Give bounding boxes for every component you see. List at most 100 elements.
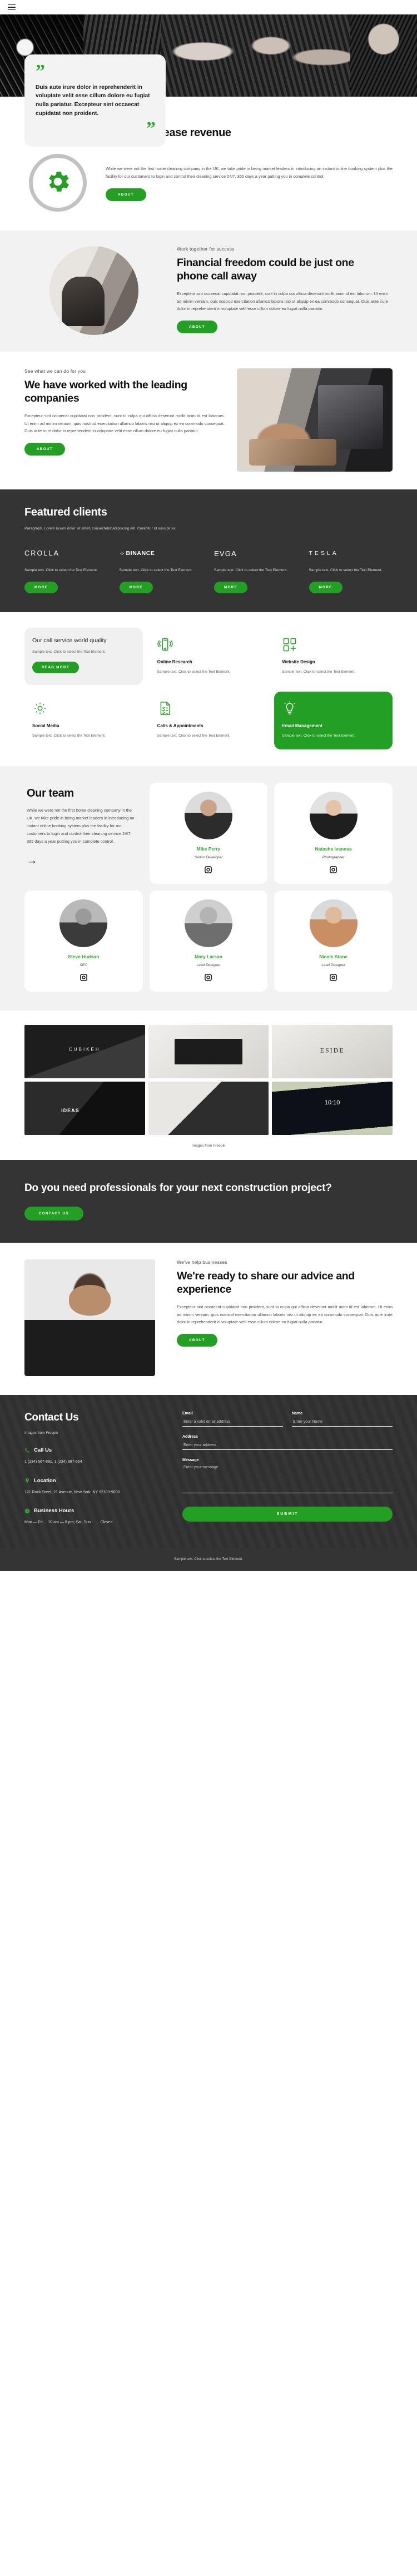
service-card-website-design: Website Design Sample text. Click to sel…: [274, 627, 393, 686]
financial-paragraph: Excepteur sint occaecat cupidatat non pr…: [177, 291, 388, 312]
gallery-image-6: [272, 1081, 393, 1135]
contact-call-value: 1 (234) 567-891, 1 (234) 987-654: [24, 1460, 82, 1464]
team-member-name: Mary Larson: [195, 953, 222, 959]
advice-title: We're ready to share our advice and expe…: [177, 1270, 355, 1296]
arrow-right-icon[interactable]: →: [27, 856, 137, 866]
email-label: Email: [182, 1412, 193, 1416]
phone-icon: [24, 1448, 30, 1453]
contact-hours-block: Business Hours Mon — Fri ... 10 am — 8 p…: [24, 1508, 168, 1526]
team-member-role: Lead Designer: [321, 963, 346, 967]
instagram-icon[interactable]: [329, 973, 337, 982]
service-card-email-management: Email Management Sample text. Click to s…: [274, 692, 393, 749]
quote-close-icon: ”: [146, 118, 156, 139]
gear-ring: [29, 154, 87, 212]
service-text: Sample text. Click to select the Text El…: [282, 734, 356, 738]
client-more-button[interactable]: MORE: [119, 581, 153, 593]
service-feature-text: Sample text. Click to select the Text El…: [32, 649, 106, 654]
landing-page: ” Duis aute irure dolor in reprehenderit…: [0, 0, 417, 1571]
avatar: [309, 791, 358, 839]
client-more-button[interactable]: MORE: [309, 581, 342, 593]
name-input[interactable]: [292, 1417, 393, 1427]
client-logo-label: BINANCE: [120, 550, 155, 557]
clients-subtitle: Paragraph. Lorem ipsum dolor sit amet, c…: [24, 527, 177, 531]
submit-button[interactable]: SUBMIT: [182, 1507, 393, 1522]
client-text: Sample text. Click to select the Text El…: [119, 568, 193, 573]
team-member-name: Steve Hudson: [68, 953, 100, 959]
contact-call-block: Call Us 1 (234) 567-891, 1 (234) 987-654: [24, 1447, 168, 1465]
team-member-card: Mike Perry Senior Developer: [149, 782, 268, 884]
team-intro: Our team While we were not the first hom…: [24, 783, 143, 884]
email-field-group: Email: [182, 1412, 283, 1427]
contact-location-block: Location 121 Rock Sreet, 21 Avenue, New …: [24, 1478, 168, 1496]
client-more-button[interactable]: MORE: [24, 581, 58, 593]
advice-section: We've help businesses We're ready to sha…: [0, 1243, 417, 1395]
team-member-name: Mike Perry: [196, 846, 221, 852]
service-card-calls-appointments: Calls & Appointments Sample text. Click …: [149, 692, 268, 749]
business-paragraph: While we were not the first home cleanin…: [106, 166, 393, 179]
instagram-icon[interactable]: [329, 866, 337, 874]
financial-image-wrap: [24, 246, 163, 336]
gallery-image-2: [148, 1024, 269, 1078]
advice-eyebrow: We've help businesses: [177, 1259, 227, 1266]
client-more-button[interactable]: MORE: [214, 581, 248, 593]
leading-about-button[interactable]: ABOUT: [24, 443, 65, 456]
client-item: TESLA Sample text. Click to select the T…: [309, 547, 393, 593]
email-input[interactable]: [182, 1417, 283, 1427]
instagram-icon[interactable]: [204, 866, 212, 874]
mobile-signal-icon: [157, 637, 173, 652]
name-label: Name: [292, 1412, 303, 1416]
team-member-role: Photographer: [322, 855, 345, 859]
hero-quote-text: Duis aute irure dolor in reprehenderit i…: [36, 84, 150, 117]
gallery-image-4: [24, 1081, 145, 1135]
financial-title: Financial freedom could be just one phon…: [177, 257, 354, 283]
message-input[interactable]: [182, 1462, 393, 1494]
gallery-image-5: [148, 1081, 269, 1135]
address-input[interactable]: [182, 1440, 393, 1450]
service-text: Sample text. Click to select the Text El…: [282, 669, 356, 674]
business-about-button[interactable]: ABOUT: [106, 188, 146, 201]
service-card-social-media: Social Media Sample text. Click to selec…: [24, 692, 143, 749]
contact-hours-value: Mon — Fri ... 10 am — 8 pm; Sat, Sun ...…: [24, 1520, 113, 1525]
leading-paragraph: Excepteur sint occaecat cupidatat non pr…: [24, 413, 225, 434]
clients-grid: CROLLA Sample text. Click to select the …: [24, 547, 393, 593]
client-logo-evga: EVGA: [214, 547, 298, 559]
financial-section: Work together for success Financial free…: [0, 231, 417, 352]
advice-about-button[interactable]: ABOUT: [177, 1333, 217, 1347]
financial-photo: [49, 246, 138, 336]
client-item: EVGA Sample text. Click to select the Te…: [214, 547, 298, 593]
instagram-icon[interactable]: [80, 973, 88, 982]
name-field-group: Name: [292, 1412, 393, 1427]
client-text: Sample text. Click to select the Text El…: [214, 568, 287, 573]
leading-companies-section: See what we can do for you We have worke…: [0, 352, 417, 490]
site-header: [0, 0, 417, 14]
leading-image-wrap: [237, 368, 393, 472]
map-pin-icon: [24, 1478, 30, 1483]
service-feature-title: Our call service world quality: [32, 637, 107, 644]
layout-grid-plus-icon: [282, 637, 297, 652]
message-label: Message: [182, 1458, 199, 1463]
service-text: Sample text. Click to select the Text El…: [157, 669, 231, 674]
service-read-more-button[interactable]: READ MORE: [32, 662, 80, 674]
contact-freepik-credit: Images from Freepik: [24, 1431, 58, 1435]
service-title: Calls & Appointments: [157, 723, 203, 729]
contact-hours-title: Business Hours: [34, 1508, 75, 1514]
instagram-icon[interactable]: [204, 973, 212, 982]
advice-paragraph: Excepteur sint occaecat cupidatat non pr…: [177, 1304, 393, 1325]
avatar: [59, 899, 108, 947]
client-logo-binance: BINANCE: [120, 547, 203, 559]
services-section: Our call service world quality Sample te…: [0, 612, 417, 766]
hero-section: ” Duis aute irure dolor in reprehenderit…: [0, 14, 417, 147]
team-member-name: Natasha Ivanova: [315, 846, 352, 852]
gallery-image-3: [272, 1024, 393, 1078]
team-member-name: Nicole Stone: [319, 953, 348, 959]
hamburger-menu-icon[interactable]: [8, 4, 16, 11]
financial-about-button[interactable]: ABOUT: [177, 321, 217, 334]
cta-contact-button[interactable]: CONTACT US: [24, 1207, 83, 1221]
team-section: Our team While we were not the first hom…: [0, 766, 417, 1011]
footer-text: Sample text. Click to select the Text El…: [174, 1557, 243, 1561]
gallery-caption: Images from Freepik: [191, 1143, 226, 1148]
lightbulb-icon: [282, 701, 297, 716]
contact-section: Contact Us Images from Freepik Call Us 1…: [0, 1395, 417, 1548]
address-field-group: Address: [182, 1435, 393, 1450]
avatar: [184, 899, 232, 947]
